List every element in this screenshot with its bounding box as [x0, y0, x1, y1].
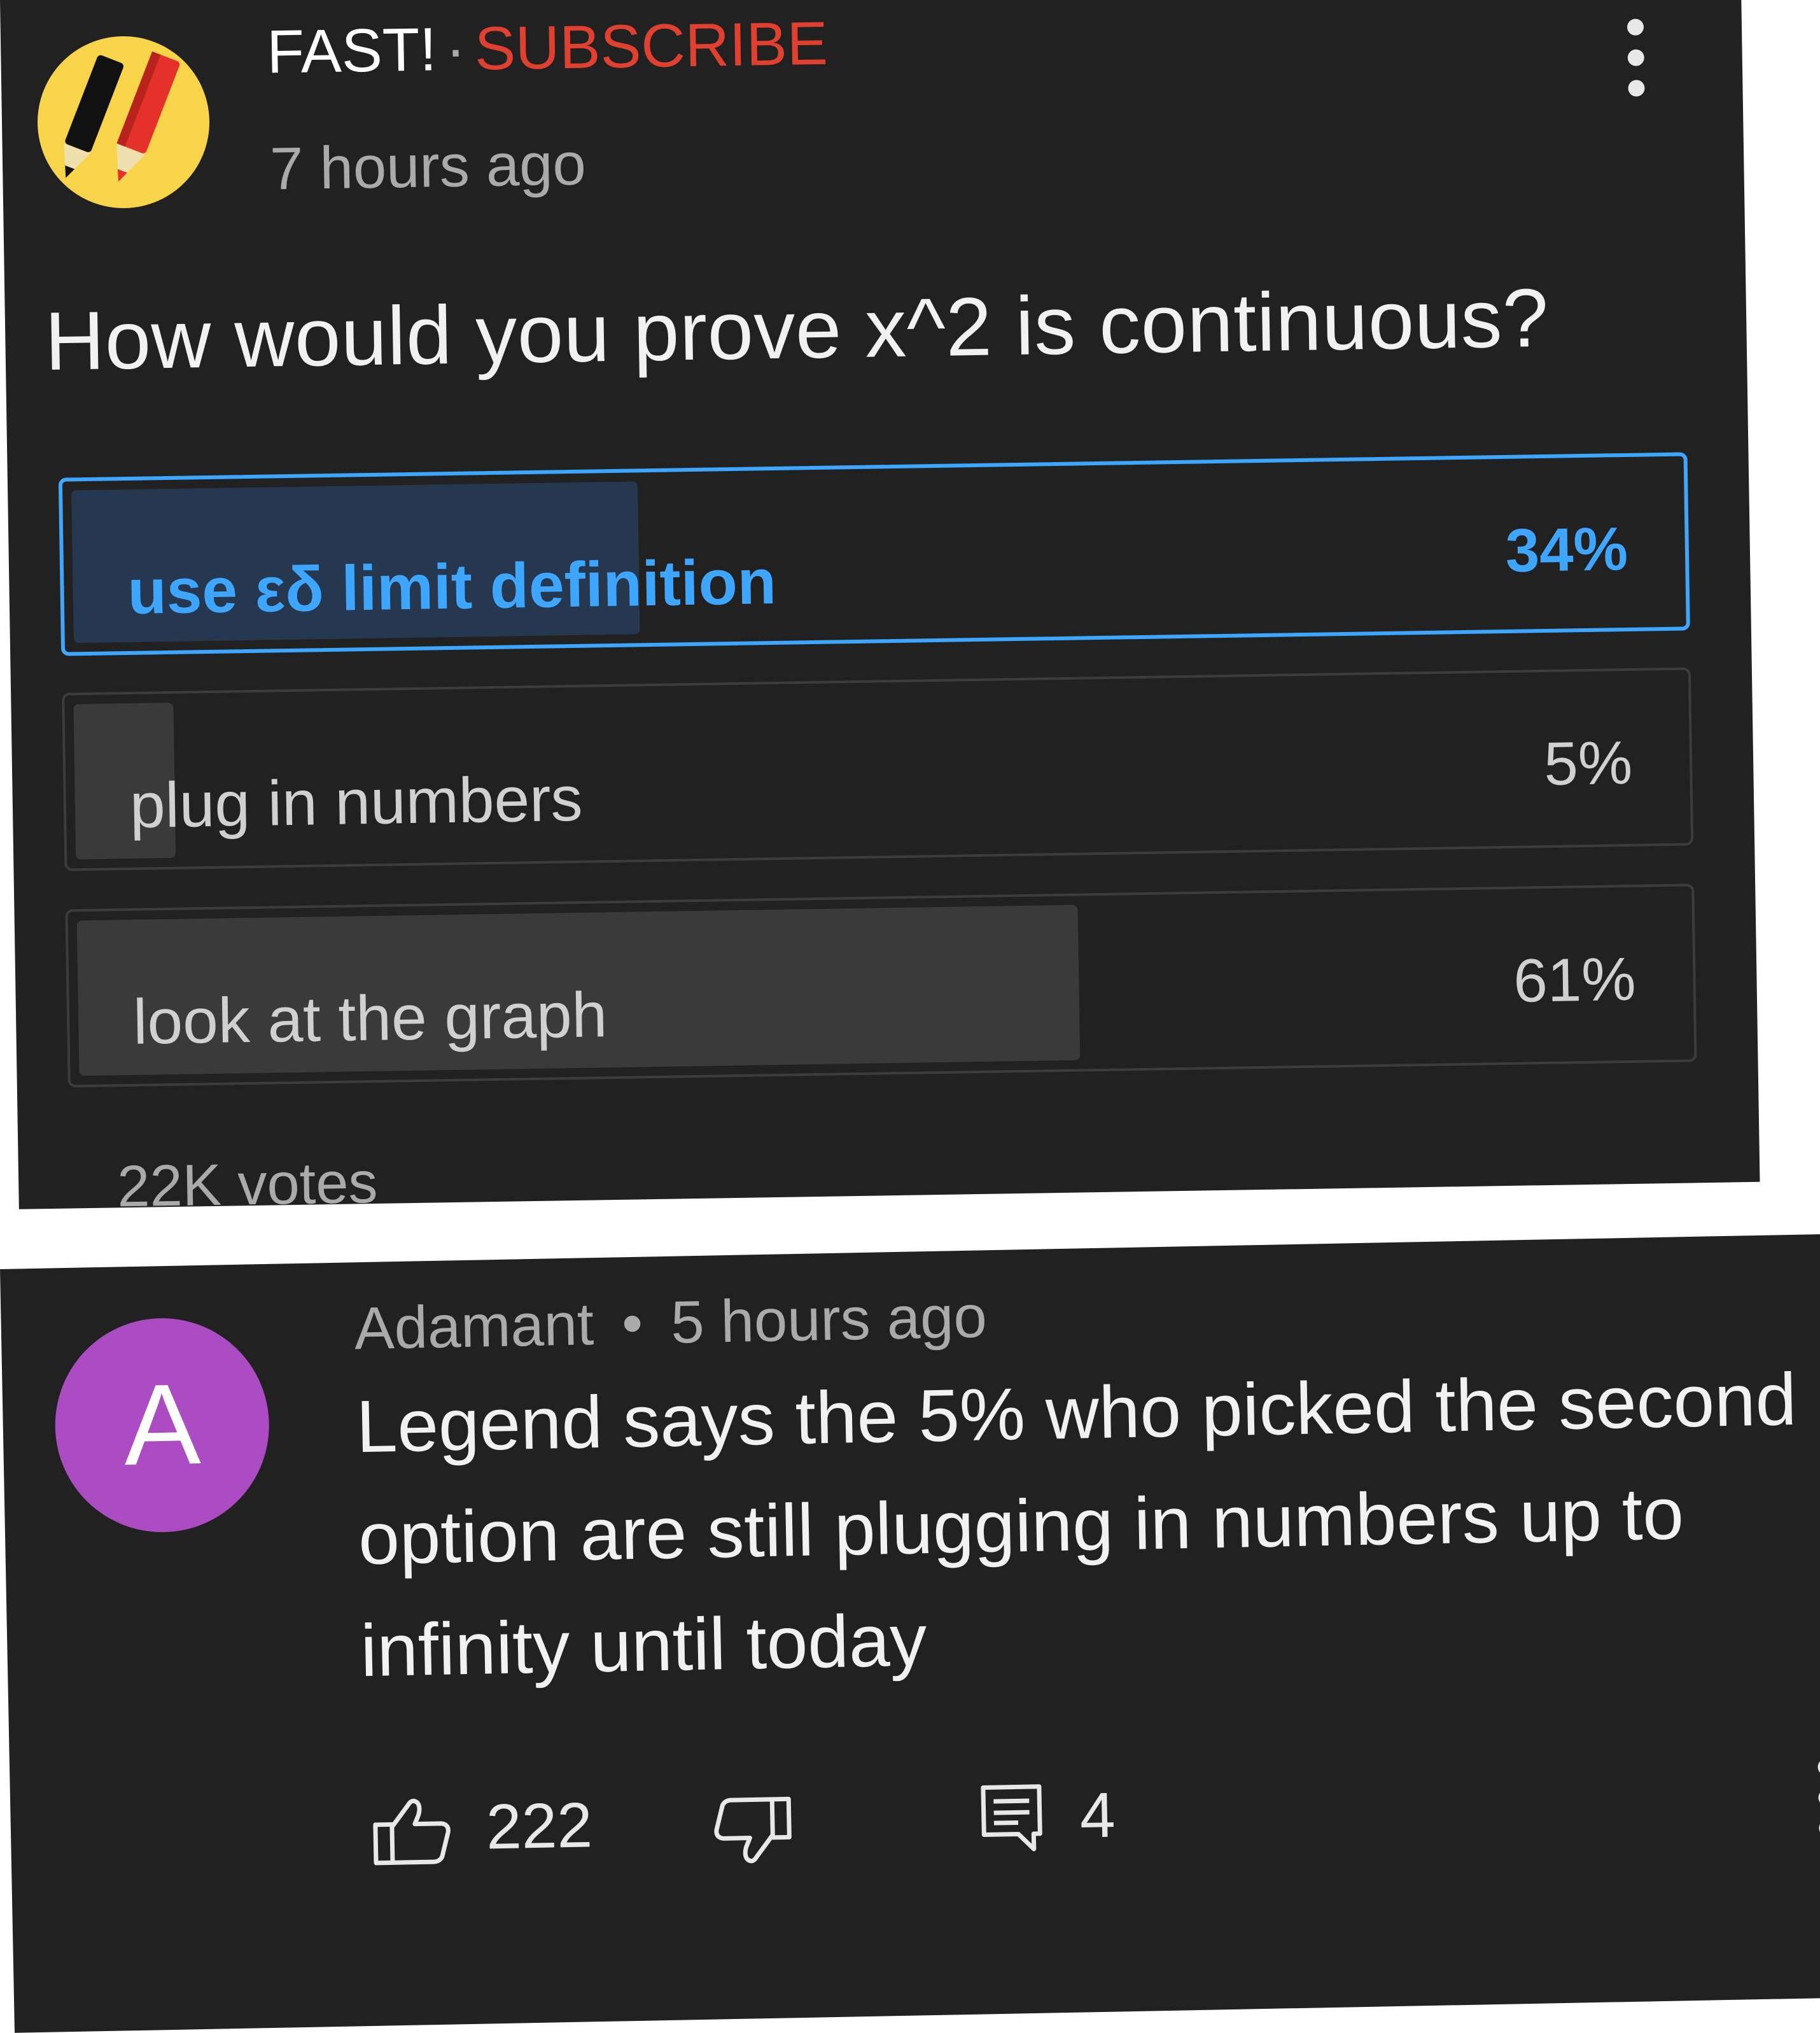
- comment-actions: 222 4: [363, 1765, 1701, 1867]
- channel-name[interactable]: FAST!: [266, 15, 437, 86]
- poll-option-label: look at the graph: [132, 979, 608, 1058]
- poll-option[interactable]: use εδ limit definition 34%: [58, 452, 1690, 656]
- pencils-logo-icon: [64, 51, 180, 182]
- channel-line: FAST! · SUBSCRIBE: [266, 9, 828, 88]
- dislike-button[interactable]: [712, 1795, 792, 1869]
- comment-timestamp: 5 hours ago: [670, 1283, 988, 1356]
- poll-option[interactable]: look at the graph 61%: [65, 883, 1697, 1088]
- reply-icon: [981, 1784, 1042, 1852]
- separator-dot: •: [621, 1289, 644, 1357]
- channel-avatar[interactable]: [36, 34, 211, 210]
- more-vert-icon[interactable]: [1620, 16, 1653, 99]
- poll-option-percent: 5%: [1543, 728, 1633, 799]
- commenter-avatar[interactable]: A: [53, 1316, 271, 1535]
- poll-option[interactable]: plug in numbers 5%: [62, 667, 1694, 871]
- reply-count: 4: [1079, 1779, 1116, 1852]
- subscribe-button[interactable]: SUBSCRIBE: [474, 10, 828, 83]
- community-post: FAST! · SUBSCRIBE 7 hours ago How would yo…: [0, 0, 1760, 1219]
- comment: A Adamant • 5 hours ago Legend says the …: [0, 1234, 1820, 2033]
- comment-meta: Adamant • 5 hours ago: [354, 1282, 988, 1363]
- thumbs-up-icon: [373, 1798, 451, 1866]
- reply-button[interactable]: [979, 1783, 1044, 1857]
- poll-question: How would you prove x^2 is continuous?: [44, 271, 1550, 388]
- poll-option-label: use εδ limit definition: [127, 545, 777, 628]
- comment-author[interactable]: Adamant: [354, 1290, 594, 1361]
- poll-option-label: plug in numbers: [129, 763, 584, 841]
- like-button[interactable]: [372, 1796, 452, 1870]
- like-count: 222: [485, 1789, 593, 1863]
- separator-dot: ·: [445, 15, 466, 84]
- poll-option-percent: 34%: [1504, 514, 1628, 585]
- vote-count: 22K votes: [116, 1150, 379, 1220]
- post-timestamp: 7 hours ago: [269, 130, 587, 202]
- more-vert-icon[interactable]: [1810, 1756, 1820, 1840]
- thumbs-down-icon: [714, 1796, 792, 1864]
- poll-option-percent: 61%: [1513, 945, 1637, 1015]
- comment-text: Legend says the 5% who picked the second…: [355, 1357, 1798, 1692]
